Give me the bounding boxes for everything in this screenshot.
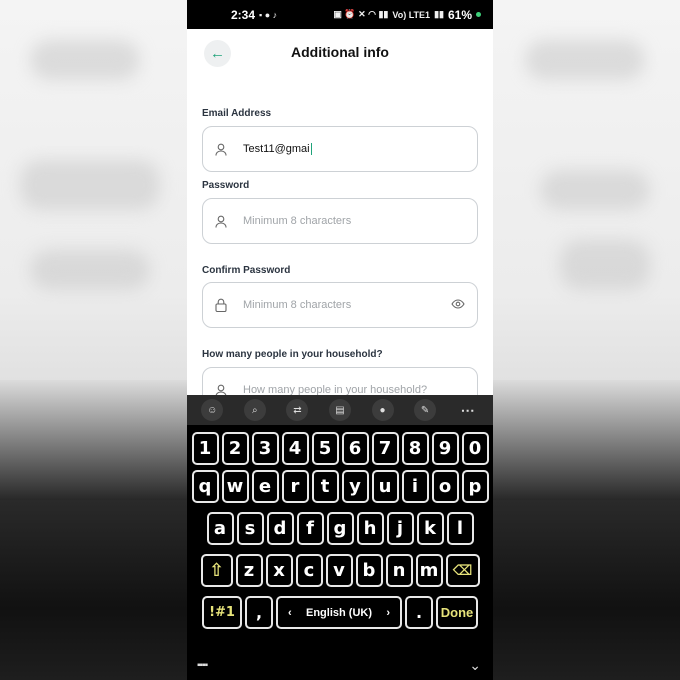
app-header: ← Additional info <box>187 29 493 75</box>
phone-screen: 2:34 ▪ ● ♪ ▣ ⏰ ✕ ◠ ▮▮ Vo) LTE1 ▮▮ 61% ← … <box>187 0 493 680</box>
emoji-icon[interactable]: ☺ <box>201 399 224 421</box>
confirm-password-label: Confirm Password <box>202 265 291 276</box>
letter-key[interactable]: u <box>371 470 399 503</box>
letter-key[interactable]: f <box>296 512 324 545</box>
letter-key[interactable]: n <box>385 554 413 587</box>
number-key[interactable]: 1 <box>191 432 219 465</box>
household-label: How many people in your household? <box>202 349 383 360</box>
password-placeholder: Minimum 8 characters <box>243 215 352 227</box>
letter-key[interactable]: j <box>386 512 414 545</box>
letter-key[interactable]: y <box>341 470 369 503</box>
letter-key[interactable]: r <box>281 470 309 503</box>
keyboard-toolbar: ☺ ⌕ ⇄ ▤ ● ✎ ⋯ <box>187 395 493 425</box>
page-title: Additional info <box>291 44 389 60</box>
battery-level: 61% <box>447 7 472 22</box>
keyboard-row-top: qwertyuiop <box>187 470 493 503</box>
number-key[interactable]: 5 <box>311 432 339 465</box>
letter-key[interactable]: v <box>325 554 353 587</box>
letter-key[interactable]: q <box>191 470 219 503</box>
number-key[interactable]: 9 <box>431 432 459 465</box>
number-key[interactable]: 8 <box>401 432 429 465</box>
lock-icon <box>215 298 229 312</box>
user-icon <box>215 215 229 228</box>
letter-key[interactable]: l <box>446 512 474 545</box>
letter-key[interactable]: c <box>295 554 323 587</box>
keyboard-letters-bottom: zxcvbnm <box>235 554 443 587</box>
chevron-right-icon: › <box>386 606 390 619</box>
more-icon[interactable]: ⋯ <box>457 399 479 421</box>
space-language-label: English (UK) <box>306 606 372 619</box>
number-key[interactable]: 4 <box>281 432 309 465</box>
letter-key[interactable]: d <box>266 512 294 545</box>
password-field[interactable]: Minimum 8 characters <box>202 198 478 244</box>
letter-key[interactable]: b <box>355 554 383 587</box>
space-key[interactable]: ‹ English (UK) › <box>276 596 402 629</box>
status-time: 2:34 <box>231 7 256 22</box>
chevron-left-icon: ‹ <box>288 606 292 619</box>
letter-key[interactable]: w <box>221 470 249 503</box>
chevron-down-icon[interactable]: ⌄ <box>469 657 481 674</box>
letter-key[interactable]: t <box>311 470 339 503</box>
email-value: Test11@gmai <box>243 142 310 155</box>
letter-key[interactable]: x <box>265 554 293 587</box>
keyboard-row-function: !#1 , ‹ English (UK) › . Done <box>187 596 493 629</box>
letter-key[interactable]: k <box>416 512 444 545</box>
letter-key[interactable]: h <box>356 512 384 545</box>
eye-icon[interactable] <box>451 298 465 312</box>
done-key[interactable]: Done <box>436 596 478 629</box>
email-field[interactable]: Test11@gmai <box>202 126 478 172</box>
letter-key[interactable]: p <box>461 470 489 503</box>
backspace-key[interactable]: ⌫ <box>445 554 480 587</box>
password-label: Password <box>202 180 250 191</box>
notification-icons: ▪ ● ♪ <box>259 9 278 20</box>
confirm-password-field[interactable]: Minimum 8 characters <box>202 282 478 328</box>
letter-key[interactable]: a <box>206 512 234 545</box>
search-icon[interactable]: ⌕ <box>243 399 266 421</box>
number-key[interactable]: 7 <box>371 432 399 465</box>
letter-key[interactable]: o <box>431 470 459 503</box>
clipboard-icon[interactable]: ▤ <box>328 399 351 421</box>
number-key[interactable]: 6 <box>341 432 369 465</box>
comma-key[interactable]: , <box>245 596 273 629</box>
number-key[interactable]: 3 <box>251 432 279 465</box>
keyboard-nav: ▪▪▪▪ ⌄ <box>187 650 493 680</box>
handwriting-icon[interactable]: ✎ <box>414 399 437 421</box>
period-key[interactable]: . <box>405 596 433 629</box>
number-key[interactable]: 2 <box>221 432 249 465</box>
letter-key[interactable]: m <box>415 554 443 587</box>
email-label: Email Address <box>202 108 272 119</box>
letter-key[interactable]: s <box>236 512 264 545</box>
battery-icon <box>476 12 481 17</box>
number-key[interactable]: 0 <box>461 432 489 465</box>
keyboard-row-bottom: ⇧ zxcvbnm ⌫ <box>187 554 493 587</box>
carrier-label: Vo) LTE1 <box>392 9 431 20</box>
letter-key[interactable]: g <box>326 512 354 545</box>
translate-icon[interactable]: ⇄ <box>286 399 309 421</box>
symbols-key[interactable]: !#1 <box>202 596 242 629</box>
letter-key[interactable]: i <box>401 470 429 503</box>
text-caret <box>310 143 312 156</box>
letter-key[interactable]: e <box>251 470 279 503</box>
keyboard-grid-icon[interactable]: ▪▪▪▪ <box>197 660 208 671</box>
keyboard-row-numbers: 1234567890 <box>187 432 493 465</box>
letter-key[interactable]: z <box>235 554 263 587</box>
soft-keyboard: ☺ ⌕ ⇄ ▤ ● ✎ ⋯ 1234567890 qwertyuiop asdf… <box>187 395 493 680</box>
user-icon <box>215 143 229 156</box>
confirm-password-placeholder: Minimum 8 characters <box>243 299 352 311</box>
mic-icon[interactable]: ● <box>371 399 394 421</box>
shift-key[interactable]: ⇧ <box>200 554 233 587</box>
keyboard-row-middle: asdfghjkl <box>187 512 493 545</box>
status-bar: 2:34 ▪ ● ♪ ▣ ⏰ ✕ ◠ ▮▮ Vo) LTE1 ▮▮ 61% <box>187 0 493 29</box>
system-icons: ▣ ⏰ ✕ ◠ ▮▮ <box>333 9 389 19</box>
signal-icon: ▮▮ <box>434 9 444 19</box>
